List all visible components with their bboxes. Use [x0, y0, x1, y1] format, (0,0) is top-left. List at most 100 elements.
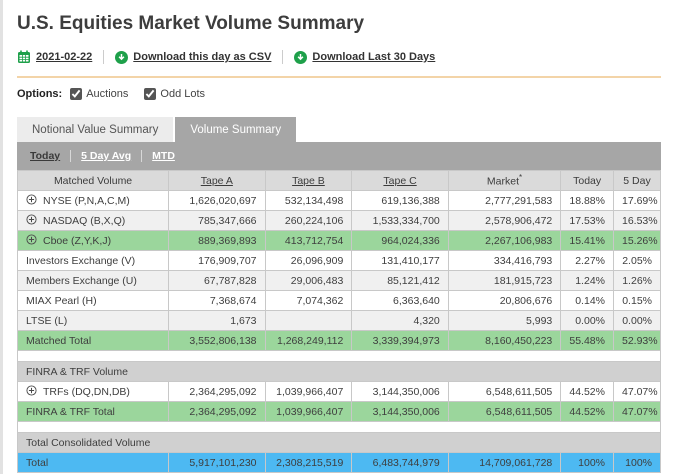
toolbar: 2021-02-22 Download this day as CSV Down…	[17, 48, 661, 66]
table-row: TRFs (DQ,DN,DB)2,364,295,0921,039,966,40…	[18, 382, 661, 402]
cell-value: 67,787,828	[169, 271, 265, 291]
subnav-today-link[interactable]: Today	[30, 150, 60, 162]
toolbar-separator	[103, 50, 104, 64]
cell-value: 0.00%	[614, 311, 661, 331]
cell-value	[265, 311, 352, 331]
cell-value: 100%	[561, 453, 614, 473]
options-row: Options: Auctions Odd Lots	[17, 88, 661, 100]
cell-value: 47.07%	[614, 382, 661, 402]
cell-value: 100%	[614, 453, 661, 473]
cell-value: 5,917,101,230	[169, 453, 265, 473]
cell-value: 16.53%	[614, 211, 661, 231]
row-label: Investors Exchange (V)	[18, 251, 169, 271]
options-label: Options:	[17, 88, 62, 100]
date-label: 2021-02-22	[36, 51, 92, 63]
subnav-5day-avg-link[interactable]: 5 Day Avg	[81, 150, 131, 162]
cell-value: 6,548,611,505	[448, 402, 561, 422]
cell-value: 3,339,394,973	[352, 331, 448, 351]
spacer-cell	[18, 422, 661, 433]
volume-summary-page: U.S. Equities Market Volume Summary 2021…	[0, 0, 688, 473]
expand-icon[interactable]	[26, 234, 37, 245]
expand-icon[interactable]	[26, 214, 37, 225]
calendar-icon	[17, 50, 31, 64]
table-row: NASDAQ (B,X,Q)785,347,666260,224,1061,53…	[18, 211, 661, 231]
table-row: NYSE (P,N,A,C,M)1,626,020,697532,134,498…	[18, 191, 661, 211]
auctions-option[interactable]: Auctions	[70, 88, 128, 100]
cell-value: 55.48%	[561, 331, 614, 351]
cell-value: 4,320	[352, 311, 448, 331]
cell-value: 532,134,498	[265, 191, 352, 211]
cell-value: 18.88%	[561, 191, 614, 211]
table-row: FINRA & TRF Total2,364,295,0921,039,966,…	[18, 402, 661, 422]
spacer-cell	[18, 351, 661, 362]
col-header-market: Market*	[448, 171, 561, 191]
cell-value: 889,369,893	[169, 231, 265, 251]
row-label[interactable]: NASDAQ (B,X,Q)	[18, 211, 169, 231]
odd-lots-checkbox[interactable]	[144, 88, 156, 100]
cell-value: 44.52%	[561, 402, 614, 422]
download-csv-link[interactable]: Download this day as CSV	[115, 51, 271, 64]
tab-notional-value-summary[interactable]: Notional Value Summary	[17, 117, 173, 142]
section-spacer-row	[18, 351, 661, 362]
cell-value: 2,777,291,583	[448, 191, 561, 211]
tab-volume-summary[interactable]: Volume Summary	[175, 117, 296, 142]
cell-value: 26,096,909	[265, 251, 352, 271]
cell-value: 181,915,723	[448, 271, 561, 291]
cell-value: 85,121,412	[352, 271, 448, 291]
row-label: Matched Total	[18, 331, 169, 351]
section-title: Total Consolidated Volume	[18, 433, 661, 453]
cell-value: 2,364,295,092	[169, 402, 265, 422]
toolbar-separator	[282, 50, 283, 64]
volume-table-body: NYSE (P,N,A,C,M)1,626,020,697532,134,498…	[18, 191, 661, 473]
row-label: MIAX Pearl (H)	[18, 291, 169, 311]
expand-icon[interactable]	[26, 194, 37, 205]
cell-value: 1,626,020,697	[169, 191, 265, 211]
cell-value: 20,806,676	[448, 291, 561, 311]
date-link[interactable]: 2021-02-22	[17, 50, 92, 64]
expand-icon[interactable]	[26, 385, 37, 396]
table-row: Total5,917,101,2302,308,215,5196,483,744…	[18, 453, 661, 473]
section-title: FINRA & TRF Volume	[18, 362, 661, 382]
market-label: Market	[487, 176, 519, 188]
section-divider	[17, 76, 661, 78]
download-icon	[294, 51, 307, 64]
tab-bar: Notional Value Summary Volume Summary	[17, 117, 661, 142]
auctions-checkbox[interactable]	[70, 88, 82, 100]
odd-lots-label: Odd Lots	[160, 88, 205, 100]
section-spacer-row	[18, 422, 661, 433]
row-label[interactable]: NYSE (P,N,A,C,M)	[18, 191, 169, 211]
cell-value: 47.07%	[614, 402, 661, 422]
page-left-edge	[0, 0, 3, 474]
section-header-row: FINRA & TRF Volume	[18, 362, 661, 382]
cell-value: 1,039,966,407	[265, 382, 352, 402]
download-csv-label: Download this day as CSV	[133, 51, 271, 63]
cell-value: 1.26%	[614, 271, 661, 291]
odd-lots-option[interactable]: Odd Lots	[144, 88, 205, 100]
col-header-today: Today	[561, 171, 614, 191]
table-row: Cboe (Z,Y,K,J)889,369,893413,712,754964,…	[18, 231, 661, 251]
cell-value: 1,533,334,700	[352, 211, 448, 231]
cell-value: 3,144,350,006	[352, 402, 448, 422]
cell-value: 2.27%	[561, 251, 614, 271]
cell-value: 1.24%	[561, 271, 614, 291]
period-subnav: Today 5 Day Avg MTD	[17, 142, 661, 170]
col-header-tape-c[interactable]: Tape C	[352, 171, 448, 191]
row-label[interactable]: Cboe (Z,Y,K,J)	[18, 231, 169, 251]
subnav-mtd-link[interactable]: MTD	[152, 150, 175, 162]
download-30days-link[interactable]: Download Last 30 Days	[294, 51, 435, 64]
cell-value: 260,224,106	[265, 211, 352, 231]
table-row: Members Exchange (U)67,787,82829,006,483…	[18, 271, 661, 291]
cell-value: 1,268,249,112	[265, 331, 352, 351]
row-label[interactable]: TRFs (DQ,DN,DB)	[18, 382, 169, 402]
market-footnote-asterisk: *	[519, 173, 522, 182]
row-label: Members Exchange (U)	[18, 271, 169, 291]
cell-value: 44.52%	[561, 382, 614, 402]
cell-value: 17.53%	[561, 211, 614, 231]
cell-value: 413,712,754	[265, 231, 352, 251]
col-header-tape-a[interactable]: Tape A	[169, 171, 265, 191]
cell-value: 7,074,362	[265, 291, 352, 311]
cell-value: 0.14%	[561, 291, 614, 311]
cell-value: 29,006,483	[265, 271, 352, 291]
col-header-tape-b[interactable]: Tape B	[265, 171, 352, 191]
col-header-matched-volume: Matched Volume	[18, 171, 169, 191]
